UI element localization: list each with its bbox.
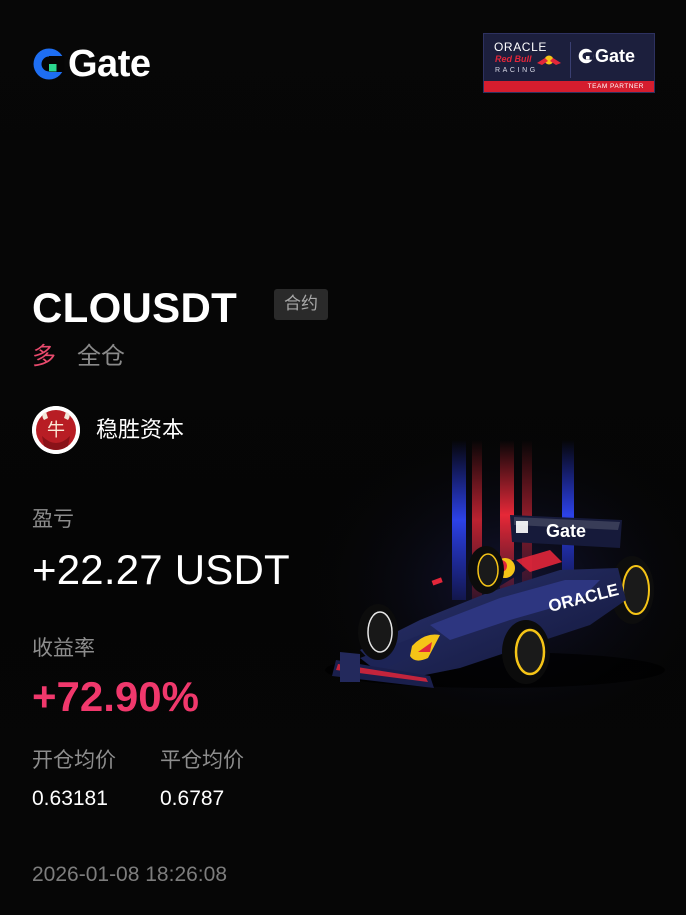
- badge-divider: [570, 42, 571, 78]
- symbol-title: CLOUSDT: [32, 284, 238, 331]
- partner-gate-text: Gate: [595, 46, 636, 66]
- partner-gate-icon: [578, 48, 594, 64]
- oracle-text: ORACLE: [494, 40, 547, 54]
- entry-price-value: 0.63181: [32, 787, 108, 810]
- contract-type-tag: 合约: [274, 289, 328, 320]
- pnl-label: 盈亏: [32, 507, 74, 531]
- timestamp: 2026-01-08 18:26:08: [32, 863, 227, 886]
- gate-logo-icon: [33, 48, 65, 80]
- redbull-text: Red Bull: [495, 54, 532, 64]
- team-partner-badge: ORACLE Red Bull RACING Gate TEAM PARTNER: [483, 33, 655, 93]
- bull-avatar-icon: 牛: [32, 406, 80, 454]
- gate-logo: Gate: [32, 43, 151, 85]
- red-bull-icon: [537, 55, 561, 65]
- light-beam: [562, 440, 574, 590]
- trader-name: 稳胜资本: [96, 418, 185, 443]
- rear-wing-text: Gate: [546, 521, 586, 541]
- margin-mode: 全仓: [77, 342, 125, 370]
- light-beam: [452, 440, 466, 600]
- avatar-glyph: 牛: [47, 420, 65, 441]
- position-side: 多: [32, 342, 56, 370]
- exit-price-label: 平仓均价: [160, 748, 244, 772]
- avatar: 牛: [32, 406, 80, 454]
- pnl-share-card: Gate ORACLE Red Bull RACING Gate TEAM PA…: [0, 0, 686, 915]
- pnl-value: +22.27 USDT: [32, 546, 290, 593]
- roi-value: +72.90%: [32, 673, 199, 720]
- racing-text: RACING: [495, 67, 538, 74]
- exit-price-value: 0.6787: [160, 787, 225, 810]
- team-partner-text: TEAM PARTNER: [587, 83, 644, 90]
- f1-car-illustration: Gate ORACLE: [300, 420, 686, 720]
- entry-price-label: 开仓均价: [32, 748, 116, 772]
- gate-logo-text: Gate: [68, 43, 151, 85]
- partner-gate-logo: Gate: [578, 46, 635, 66]
- roi-label: 收益率: [32, 636, 95, 660]
